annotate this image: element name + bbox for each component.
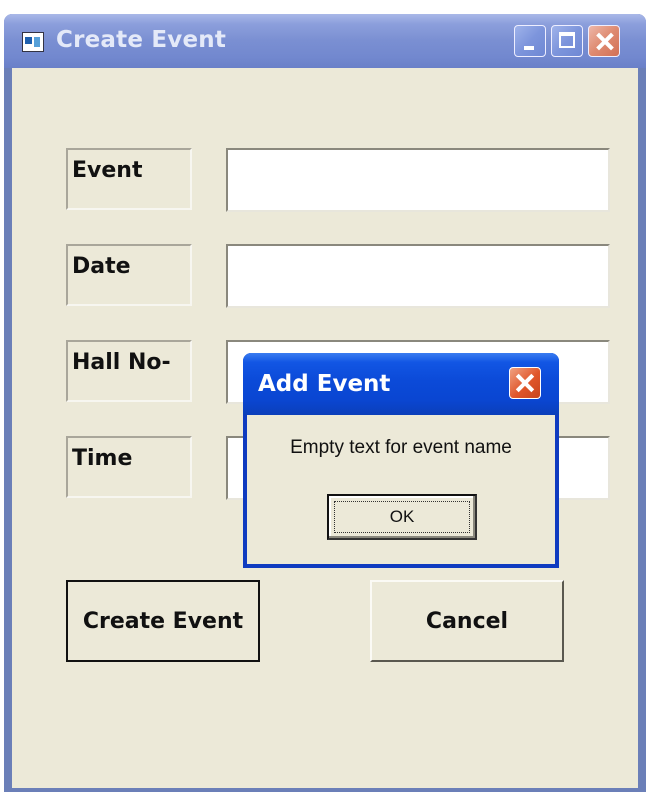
maximize-button[interactable] [551,25,583,57]
minimize-button[interactable] [514,25,546,57]
hall-no-label: Hall No- [66,340,192,402]
event-name-input[interactable] [226,148,610,212]
time-label: Time [66,436,192,498]
dialog-message: Empty text for event name [290,437,512,458]
date-label-text: Date [72,254,131,279]
cancel-button[interactable]: Cancel [370,580,564,662]
create-event-button[interactable]: Create Event [66,580,260,662]
hall-no-label-text: Hall No- [72,350,171,375]
event-label-text: Event [72,158,143,183]
time-label-text: Time [72,446,133,471]
window-titlebar[interactable]: Create Event [4,14,646,68]
dialog-title: Add Event [258,371,391,397]
dialog-body: Empty text for event name OK [247,415,555,564]
ok-button[interactable]: OK [327,494,477,540]
window-title: Create Event [56,27,227,53]
close-button[interactable] [588,25,620,57]
date-label: Date [66,244,192,306]
date-input[interactable] [226,244,610,308]
event-label: Event [66,148,192,210]
dialog-titlebar[interactable]: Add Event [243,353,559,415]
dialog-close-button[interactable] [509,367,541,399]
app-window-icon[interactable] [22,32,44,52]
add-event-dialog: Add Event Empty text for event name OK [243,353,559,568]
